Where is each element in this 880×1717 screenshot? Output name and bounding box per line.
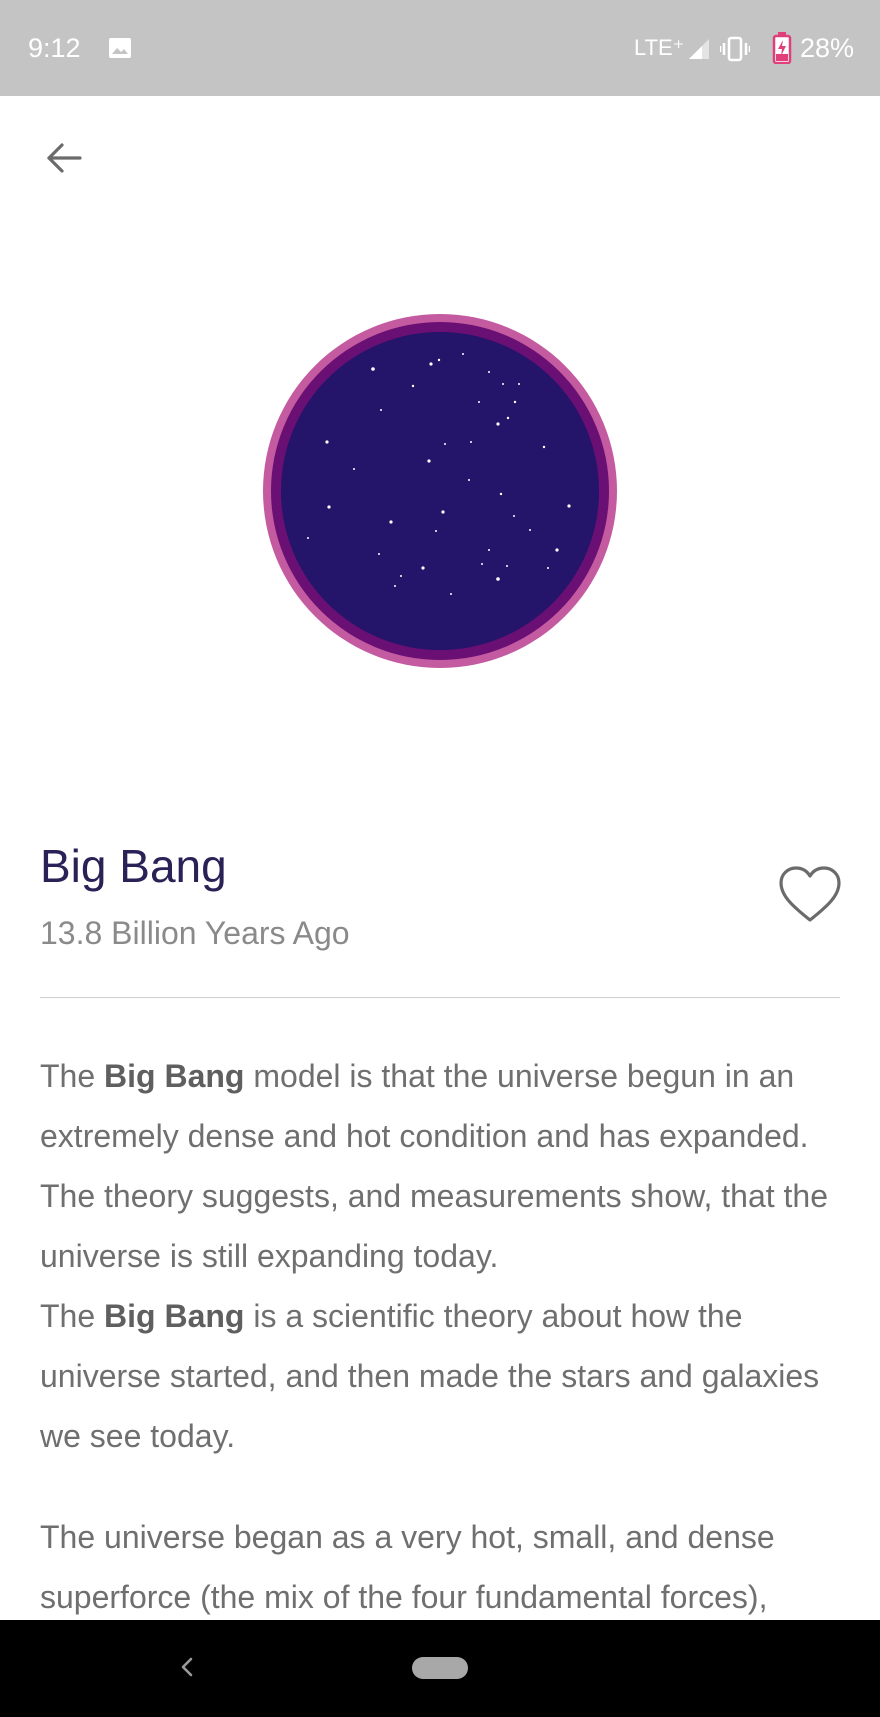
divider <box>40 997 840 998</box>
favorite-button[interactable] <box>772 860 848 930</box>
nav-home-pill-icon[interactable] <box>412 1657 468 1679</box>
description-paragraph: The universe began as a very hot, small,… <box>40 1519 775 1615</box>
signal-icon <box>689 39 709 59</box>
big-bang-image <box>263 314 617 668</box>
heart-outline-icon <box>779 866 841 922</box>
image-icon <box>109 38 131 58</box>
page-subtitle: 13.8 Billion Years Ago <box>40 915 350 951</box>
bold-term: Big Bang <box>104 1298 245 1334</box>
bold-term: Big Bang <box>104 1058 245 1094</box>
vibrate-icon <box>720 36 750 62</box>
nav-back-chevron-icon[interactable] <box>172 1652 202 1682</box>
status-bar: 9:12 LTE⁺ 28% <box>0 0 880 96</box>
text-span: The <box>40 1058 105 1094</box>
page-title: Big Bang <box>40 840 227 892</box>
description-paragraph: The Big Bang model is that the universe … <box>40 1046 852 1466</box>
battery-percentage: 28% <box>800 33 855 63</box>
battery-charging-icon <box>772 32 792 64</box>
text-span: The <box>40 1298 105 1334</box>
back-button[interactable] <box>34 128 94 188</box>
arrow-left-icon <box>47 143 82 173</box>
network-type: LTE⁺ <box>634 35 685 60</box>
status-time: 9:12 <box>28 33 81 63</box>
description: The Big Bang model is that the universe … <box>40 1046 852 1627</box>
